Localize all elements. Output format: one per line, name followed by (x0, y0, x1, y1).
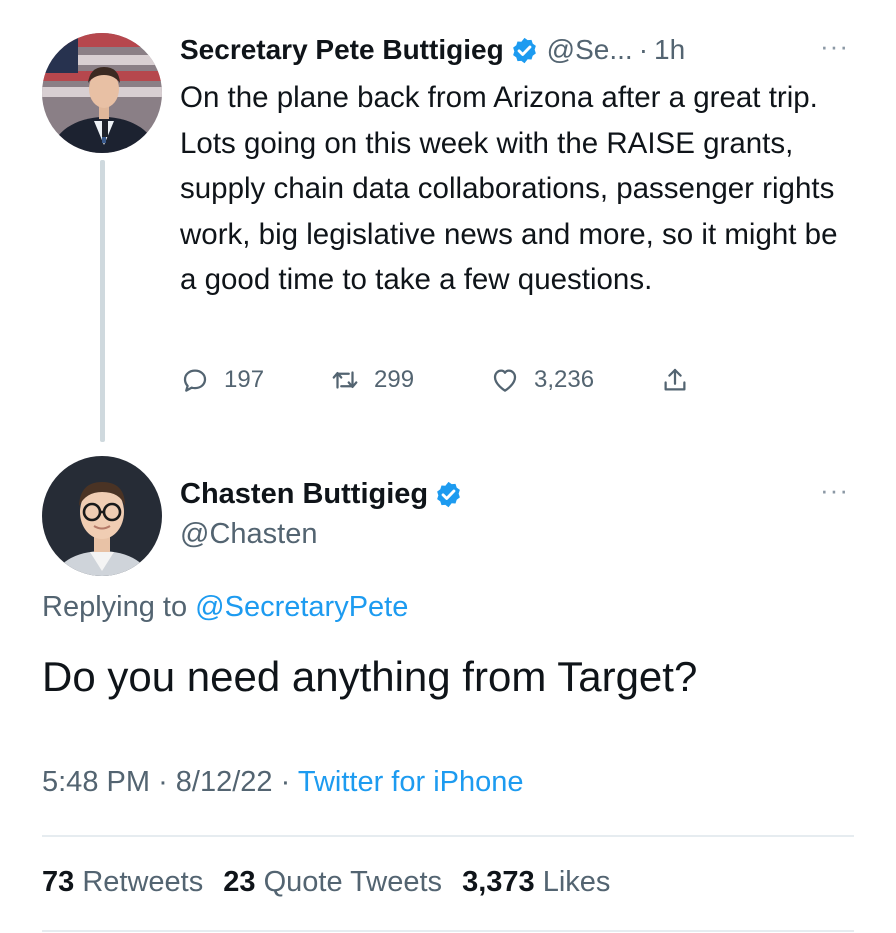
reply-author-name[interactable]: Chasten Buttigieg (180, 478, 428, 511)
tweet-stats: 73 Retweets 23 Quote Tweets 3,373 Likes (42, 866, 622, 899)
reply-tweet-text: Do you need anything from Target? (42, 653, 698, 700)
share-button[interactable] (660, 365, 690, 395)
retweets-stat[interactable]: 73 Retweets (42, 866, 203, 898)
likes-label: Likes (542, 866, 611, 898)
replying-prefix: Replying to (42, 591, 188, 623)
avatar-pete[interactable] (42, 33, 162, 153)
meta-separator: · (280, 766, 291, 798)
retweet-count: 299 (374, 366, 415, 393)
parent-tweet-header: Secretary Pete Buttigieg @Se... · 1h (180, 30, 685, 70)
reply-author-header: Chasten Buttigieg (180, 474, 471, 514)
retweet-button[interactable]: 299 (330, 365, 490, 395)
quote-tweets-stat[interactable]: 23 Quote Tweets (223, 866, 442, 898)
likes-stat[interactable]: 3,373 Likes (462, 866, 610, 898)
tweet-meta: 5:48 PM · 8/12/22 · Twitter for iPhone (42, 766, 524, 799)
parent-tweet-actions: 197 299 3,236 (180, 360, 690, 400)
quote-label: Quote Tweets (263, 866, 443, 898)
retweets-label: Retweets (82, 866, 204, 898)
likes-count: 3,373 (462, 866, 535, 898)
retweets-count: 73 (42, 866, 75, 898)
parent-author-name[interactable]: Secretary Pete Buttigieg (180, 34, 504, 66)
avatar-chasten[interactable] (42, 456, 162, 576)
replying-to-link[interactable]: @SecretaryPete (195, 591, 408, 623)
retweet-icon (330, 365, 360, 395)
replying-to: Replying to @SecretaryPete (42, 591, 408, 624)
more-icon[interactable]: ··· (820, 477, 849, 503)
parent-handle[interactable]: @Se... (547, 34, 633, 66)
header-separator: · (638, 34, 649, 65)
parent-tweet-text: On the plane back from Arizona after a g… (180, 81, 838, 296)
reply-icon (180, 365, 210, 395)
share-icon (660, 365, 690, 395)
tweet-date[interactable]: 8/12/22 (176, 766, 273, 798)
parent-time[interactable]: 1h (654, 34, 685, 66)
quote-count: 23 (223, 866, 256, 898)
like-icon (490, 365, 520, 395)
tweet-thread: Secretary Pete Buttigieg @Se... · 1h ···… (0, 0, 896, 933)
tweet-source-link[interactable]: Twitter for iPhone (298, 766, 524, 798)
meta-separator: · (158, 766, 168, 798)
tweet-time[interactable]: 5:48 PM (42, 766, 150, 798)
thread-line (100, 160, 105, 442)
verified-badge-icon (510, 36, 539, 65)
reply-button[interactable]: 197 (180, 365, 330, 395)
reply-count: 197 (224, 366, 265, 393)
verified-badge-icon (434, 480, 463, 509)
divider (42, 930, 854, 932)
more-icon[interactable]: ··· (820, 33, 849, 59)
like-count: 3,236 (534, 366, 595, 393)
divider (42, 835, 854, 837)
like-button[interactable]: 3,236 (490, 365, 660, 395)
reply-handle[interactable]: @Chasten (180, 518, 317, 551)
